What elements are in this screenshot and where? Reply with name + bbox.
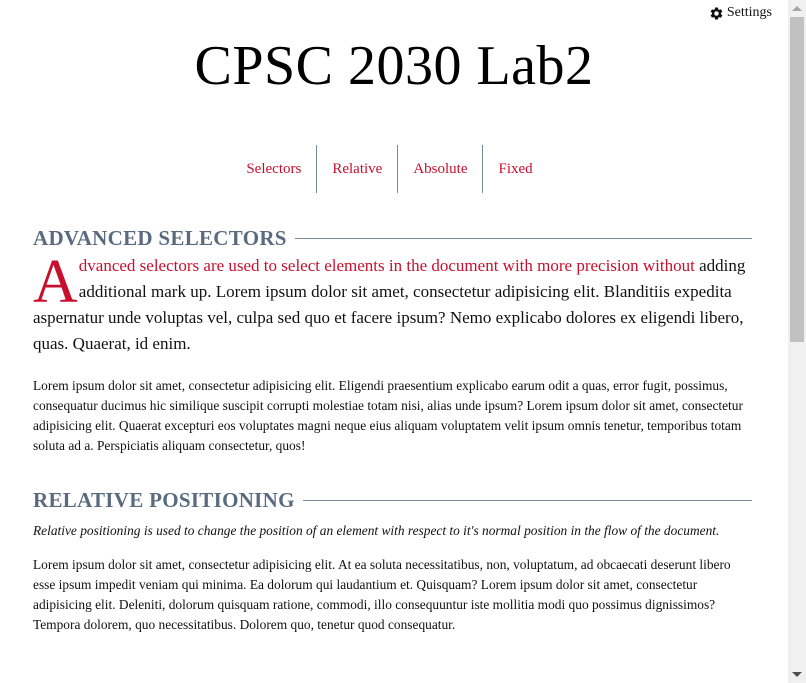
nav-item-selectors[interactable]: Selectors <box>246 145 318 193</box>
page: Settings CPSC 2030 Lab2 Selectors Relati… <box>0 0 788 683</box>
gear-icon <box>709 6 724 21</box>
section-heading: RELATIVE POSITIONING <box>33 488 752 513</box>
scrollbar-thumb[interactable] <box>790 17 804 342</box>
drop-cap: A <box>33 248 78 316</box>
section-heading-text: RELATIVE POSITIONING <box>33 488 295 512</box>
nav-item-fixed[interactable]: Fixed <box>483 145 547 193</box>
lead-paragraph: Advanced selectors are used to select el… <box>33 248 752 357</box>
nav-item-relative[interactable]: Relative <box>317 145 399 193</box>
scroll-up-arrow-icon[interactable] <box>792 6 802 11</box>
settings-button[interactable]: Settings <box>709 5 772 21</box>
section-heading: ADVANCED SELECTORS <box>33 226 752 251</box>
main-nav: Selectors Relative Absolute Fixed <box>0 145 788 193</box>
page-title: CPSC 2030 Lab2 <box>194 35 594 97</box>
section-advanced-selectors: ADVANCED SELECTORS Advanced selectors ar… <box>33 226 752 456</box>
settings-label: Settings <box>726 5 772 20</box>
italic-lead-paragraph: Relative positioning is used to change t… <box>33 523 720 538</box>
body-paragraph: Lorem ipsum dolor sit amet, consectetur … <box>33 557 731 632</box>
lead-accent-text: dvanced selectors are used to select ele… <box>78 256 695 275</box>
section-heading-text: ADVANCED SELECTORS <box>33 226 287 250</box>
heading-rule <box>294 238 752 239</box>
vertical-scrollbar[interactable] <box>788 0 806 683</box>
section-relative-positioning: RELATIVE POSITIONING Relative positionin… <box>33 488 752 635</box>
scroll-down-arrow-icon[interactable] <box>792 672 802 677</box>
nav-item-absolute[interactable]: Absolute <box>398 145 484 193</box>
heading-rule <box>302 500 752 501</box>
body-paragraph: Lorem ipsum dolor sit amet, consectetur … <box>33 378 743 453</box>
